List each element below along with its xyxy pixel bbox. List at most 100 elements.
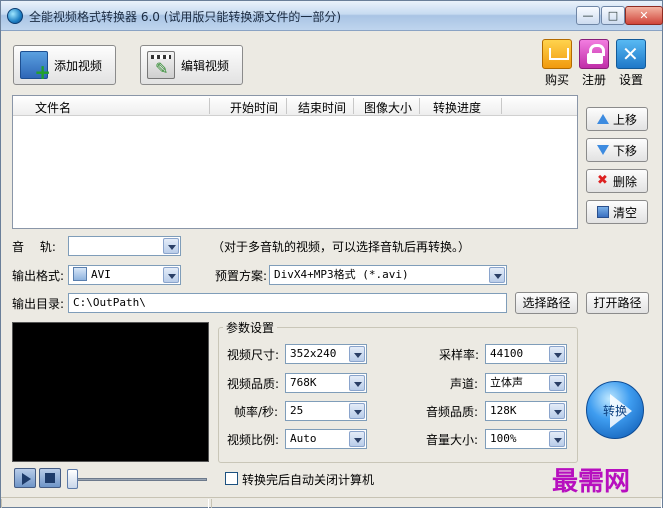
lock-icon (579, 39, 609, 69)
seek-track[interactable] (67, 478, 207, 481)
seek-slider-thumb[interactable] (67, 469, 78, 489)
chevron-down-icon[interactable] (349, 431, 365, 447)
app-window: 全能视频格式转换器 6.0 (试用版只能转换源文件的一部分) — □ ✕ 添加视… (0, 0, 663, 508)
arrow-down-icon (596, 145, 609, 155)
channels-select[interactable]: 立体声 (485, 373, 567, 393)
register-button[interactable]: 注册 (577, 39, 611, 88)
volume-value: 100% (490, 432, 517, 445)
chevron-down-icon[interactable] (549, 346, 565, 362)
frame-rate-value: 25 (290, 404, 304, 417)
move-up-label: 上移 (612, 112, 637, 127)
client-area: 添加视频 编辑视频 购买 注册 设置 文件名 开始时间 结束时间 (1, 31, 662, 508)
add-video-button[interactable]: 添加视频 (13, 45, 116, 85)
audio-track-hint: （对于多音轨的视频，可以选择音轨后再转换。） (212, 240, 471, 254)
sample-rate-select[interactable]: 44100 (485, 344, 567, 364)
maximize-button[interactable]: □ (601, 6, 625, 25)
column-header-start-time[interactable]: 开始时间 (230, 99, 278, 116)
column-divider[interactable] (209, 98, 210, 114)
shopping-cart-icon (542, 39, 572, 69)
chevron-down-icon[interactable] (549, 431, 565, 447)
video-quality-select[interactable]: 768K (285, 373, 367, 393)
tools-icon (616, 39, 646, 69)
preset-select[interactable]: DivX4+MP3格式 (*.avi) (269, 265, 507, 285)
settings-label: 设置 (618, 73, 643, 87)
clear-button[interactable]: 清空 (586, 200, 648, 224)
channels-label: 声道: (450, 377, 479, 391)
file-list[interactable]: 文件名 开始时间 结束时间 图像大小 转换进度 (12, 95, 578, 229)
auto-shutdown-checkbox[interactable] (225, 472, 238, 485)
video-preview (12, 322, 209, 462)
volume-label: 音量大小: (426, 433, 479, 447)
close-button[interactable]: ✕ (625, 6, 663, 25)
output-dir-field[interactable]: C:\OutPath\ (68, 293, 507, 313)
video-size-value: 352x240 (290, 347, 337, 360)
play-button[interactable] (14, 468, 36, 488)
convert-button[interactable]: 转换 (586, 381, 644, 439)
output-format-value: AVI (91, 268, 111, 281)
chevron-down-icon[interactable] (549, 375, 565, 391)
video-quality-value: 768K (290, 376, 317, 389)
auto-shutdown-label[interactable]: 转换完后自动关闭计算机 (242, 471, 374, 488)
buy-label: 购买 (544, 73, 569, 87)
arrow-up-icon (596, 114, 609, 124)
edit-video-label: 编辑视频 (181, 58, 230, 73)
convert-label: 转换 (603, 404, 628, 418)
chevron-down-icon[interactable] (163, 267, 179, 283)
delete-label: 删除 (612, 174, 637, 189)
volume-select[interactable]: 100% (485, 429, 567, 449)
clear-label: 清空 (612, 205, 637, 220)
status-cell (1, 499, 209, 508)
params-group-title: 参数设置 (223, 319, 278, 336)
file-list-header: 文件名 开始时间 结束时间 图像大小 转换进度 (13, 96, 577, 116)
window-title: 全能视频格式转换器 6.0 (试用版只能转换源文件的一部分) (29, 10, 342, 24)
stop-button[interactable] (39, 468, 61, 488)
chevron-down-icon[interactable] (489, 267, 505, 283)
register-label: 注册 (581, 73, 606, 87)
move-down-button[interactable]: 下移 (586, 138, 648, 162)
move-up-button[interactable]: 上移 (586, 107, 648, 131)
audio-quality-label: 音频品质: (426, 405, 479, 419)
add-video-icon (20, 51, 51, 84)
avi-format-icon (73, 267, 87, 281)
clear-list-icon (596, 206, 609, 218)
watermark-logo: 最需网 (552, 467, 631, 497)
video-size-select[interactable]: 352x240 (285, 344, 367, 364)
title-bar[interactable]: 全能视频格式转换器 6.0 (试用版只能转换源文件的一部分) — □ ✕ (1, 1, 663, 31)
audio-track-select[interactable] (68, 236, 181, 256)
output-dir-label: 输出目录: (12, 297, 65, 311)
open-path-button[interactable]: 打开路径 (586, 292, 649, 314)
column-divider[interactable] (419, 98, 420, 114)
column-divider[interactable] (501, 98, 502, 114)
settings-button[interactable]: 设置 (614, 39, 648, 88)
audio-track-label: 音 轨: (12, 240, 56, 254)
chevron-down-icon[interactable] (549, 403, 565, 419)
audio-quality-select[interactable]: 128K (485, 401, 567, 421)
choose-path-button[interactable]: 选择路径 (515, 292, 578, 314)
output-format-label: 输出格式: (12, 269, 65, 283)
audio-quality-value: 128K (490, 404, 517, 417)
aspect-ratio-label: 视频比例: (227, 433, 280, 447)
edit-video-button[interactable]: 编辑视频 (140, 45, 243, 85)
chevron-down-icon[interactable] (163, 238, 179, 254)
column-header-end-time[interactable]: 结束时间 (298, 99, 346, 116)
column-divider[interactable] (286, 98, 287, 114)
column-divider[interactable] (353, 98, 354, 114)
frame-rate-select[interactable]: 25 (285, 401, 367, 421)
preset-label: 预置方案: (215, 269, 268, 283)
output-format-select[interactable]: AVI (68, 265, 181, 285)
aspect-ratio-value: Auto (290, 432, 317, 445)
chevron-down-icon[interactable] (349, 403, 365, 419)
chevron-down-icon[interactable] (349, 375, 365, 391)
chevron-down-icon[interactable] (349, 346, 365, 362)
column-header-image-size[interactable]: 图像大小 (364, 99, 412, 116)
delete-x-icon: ✖ (596, 173, 608, 188)
video-size-label: 视频尺寸: (227, 348, 280, 362)
delete-button[interactable]: ✖ 删除 (586, 169, 648, 193)
minimize-button[interactable]: — (576, 6, 600, 25)
aspect-ratio-select[interactable]: Auto (285, 429, 367, 449)
column-header-filename[interactable]: 文件名 (35, 99, 71, 116)
channels-value: 立体声 (490, 376, 523, 389)
buy-button[interactable]: 购买 (540, 39, 574, 88)
column-header-progress[interactable]: 转换进度 (433, 99, 481, 116)
app-icon (7, 8, 23, 24)
